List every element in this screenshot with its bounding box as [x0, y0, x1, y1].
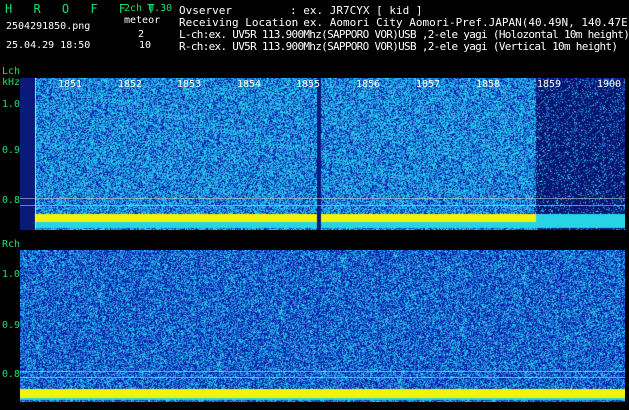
rch-ytick-0.9: 0.9	[2, 320, 21, 331]
lch-time-tick: 1858	[476, 79, 501, 90]
lch-time-tick: 1856	[356, 79, 381, 90]
location-label: Receiving Location	[179, 16, 299, 29]
lch-time-tick: 1855	[296, 79, 321, 90]
rch-count: 10	[139, 40, 152, 51]
target-label: meteor	[124, 15, 161, 26]
rch-label: Rch	[2, 239, 21, 250]
lch-ytick-0.8: 0.8	[2, 195, 21, 206]
lch-time-tick: 1859	[537, 79, 562, 90]
lch-receiver-info: L-ch:ex. UV5R 113.900Mhz(SAPPORO VOR)USB…	[179, 28, 629, 41]
lch-left-marker	[35, 78, 36, 230]
rch-grid-line	[20, 377, 625, 378]
lch-ytick-1.0: 1.0	[2, 99, 21, 110]
lch-grid-line	[20, 205, 625, 206]
lch-time-tick: 1851	[58, 79, 83, 90]
lch-time-tick: 1900	[597, 79, 622, 90]
observer-value: : ex. JR7CYX [ kid ]	[290, 4, 423, 17]
lch-time-tick: 1854	[237, 79, 262, 90]
rch-ytick-0.8: 0.8	[2, 369, 21, 380]
file-name: 2504291850.png	[6, 21, 91, 32]
rch-receiver-info: R-ch:ex. UV5R 113.900Mhz(SAPPORO VOR)USB…	[179, 40, 618, 53]
rch-ytick-1.0: 1.0	[2, 269, 21, 280]
location-value: : ex. Aomori City Aomori-Pref.JAPAN(40.4…	[290, 16, 629, 29]
capture-datetime: 25.04.29 18:50	[6, 40, 91, 51]
lch-ytick-0.9: 0.9	[2, 145, 21, 156]
lch-grid-line	[20, 198, 625, 199]
observer-label: Ovserver	[179, 4, 232, 17]
rch-spectrogram	[20, 250, 625, 402]
lch-time-tick: 1857	[416, 79, 441, 90]
lch-count: 2	[138, 29, 145, 40]
lch-spectrogram	[20, 78, 625, 230]
rch-grid-line	[20, 371, 625, 372]
lch-unit: kHz	[2, 77, 21, 88]
lch-time-tick: 1853	[177, 79, 202, 90]
lch-time-tick: 1852	[118, 79, 143, 90]
channel-mode: 2ch 0.30	[124, 3, 173, 14]
lch-label: Lch	[2, 66, 21, 77]
